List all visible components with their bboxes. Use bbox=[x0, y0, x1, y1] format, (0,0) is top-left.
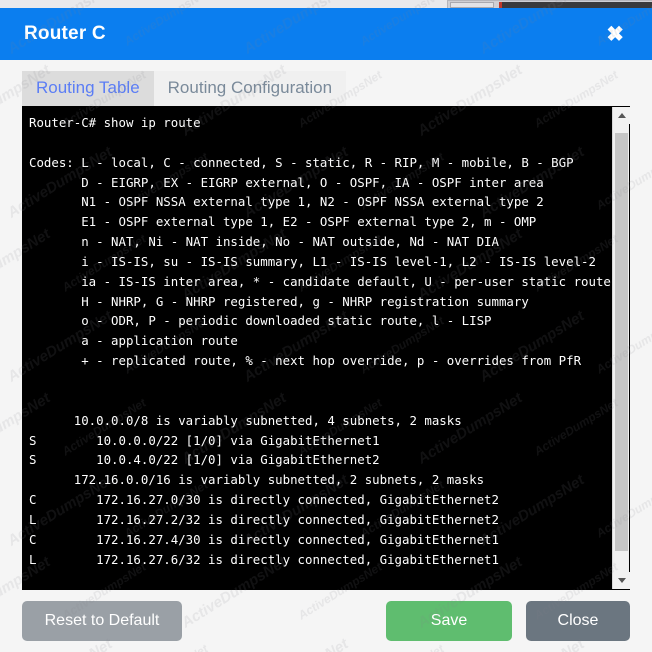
terminal-line: Codes: L - local, C - connected, S - sta… bbox=[29, 154, 574, 170]
background-window bbox=[447, 0, 652, 8]
close-button[interactable]: Close bbox=[526, 601, 630, 641]
terminal-panel: Router-C# show ip route Codes: L - local,… bbox=[22, 106, 630, 590]
terminal-line: C 172.16.27.4/30 is directly connected, … bbox=[29, 531, 499, 547]
terminal-line: S 10.0.4.0/22 [1/0] via GigabitEthernet2 bbox=[29, 452, 380, 468]
terminal-output[interactable]: Router-C# show ip route Codes: L - local,… bbox=[23, 107, 612, 589]
terminal-line: N1 - OSPF NSSA external type 1, N2 - OSP… bbox=[29, 194, 544, 210]
scrollbar-thumb[interactable] bbox=[615, 133, 628, 551]
tab-routing-table[interactable]: Routing Table bbox=[22, 70, 154, 106]
terminal-line: L 172.16.27.6/32 is directly connected, … bbox=[29, 551, 499, 567]
terminal-line: o - ODR, P - periodic downloaded static … bbox=[29, 313, 492, 329]
terminal-line: 172.16.0.0/16 is variably subnetted, 2 s… bbox=[29, 472, 485, 488]
dialog-title: Router C bbox=[24, 23, 106, 44]
terminal-line: L 172.16.27.2/32 is directly connected, … bbox=[29, 511, 499, 527]
terminal-line: D - EIGRP, EX - EIGRP external, O - OSPF… bbox=[29, 174, 544, 190]
reset-to-default-button[interactable]: Reset to Default bbox=[22, 601, 182, 641]
terminal-line: ia - IS-IS inter area, * - candidate def… bbox=[29, 273, 611, 289]
terminal-line: + - replicated route, % - next hop overr… bbox=[29, 353, 582, 369]
terminal-line: S 10.0.0.0/22 [1/0] via GigabitEthernet1 bbox=[29, 432, 380, 448]
terminal-scrollbar[interactable] bbox=[612, 107, 630, 589]
terminal-line: C 172.16.27.0/30 is directly connected, … bbox=[29, 492, 499, 508]
terminal-line: i - IS-IS, su - IS-IS summary, L1 - IS-I… bbox=[29, 253, 596, 269]
save-button[interactable]: Save bbox=[386, 601, 512, 641]
close-icon[interactable]: ✖ bbox=[598, 20, 632, 49]
tab-bar: Routing Table Routing Configuration bbox=[0, 60, 652, 106]
app-root: Router C ✖ Routing Table Routing Configu… bbox=[0, 0, 652, 652]
terminal-line: Router-C# show ip route bbox=[29, 115, 201, 130]
dialog-footer: Reset to Default Save Close bbox=[0, 590, 652, 652]
terminal-line: 10.0.0.0/8 is variably subnetted, 4 subn… bbox=[29, 412, 462, 428]
terminal-line: E1 - OSPF external type 1, E2 - OSPF ext… bbox=[29, 214, 537, 230]
terminal-line: a - application route bbox=[29, 333, 238, 349]
dialog-titlebar: Router C ✖ bbox=[0, 8, 652, 60]
scroll-up-icon[interactable] bbox=[613, 107, 630, 124]
tab-routing-configuration[interactable]: Routing Configuration bbox=[153, 70, 347, 106]
scroll-down-icon[interactable] bbox=[613, 572, 630, 589]
terminal-line: H - NHRP, G - NHRP registered, g - NHRP … bbox=[29, 293, 529, 309]
router-dialog: Router C ✖ Routing Table Routing Configu… bbox=[0, 8, 652, 652]
terminal-line: n - NAT, Ni - NAT inside, No - NAT outsi… bbox=[29, 234, 499, 250]
background-window-strip bbox=[0, 0, 652, 8]
